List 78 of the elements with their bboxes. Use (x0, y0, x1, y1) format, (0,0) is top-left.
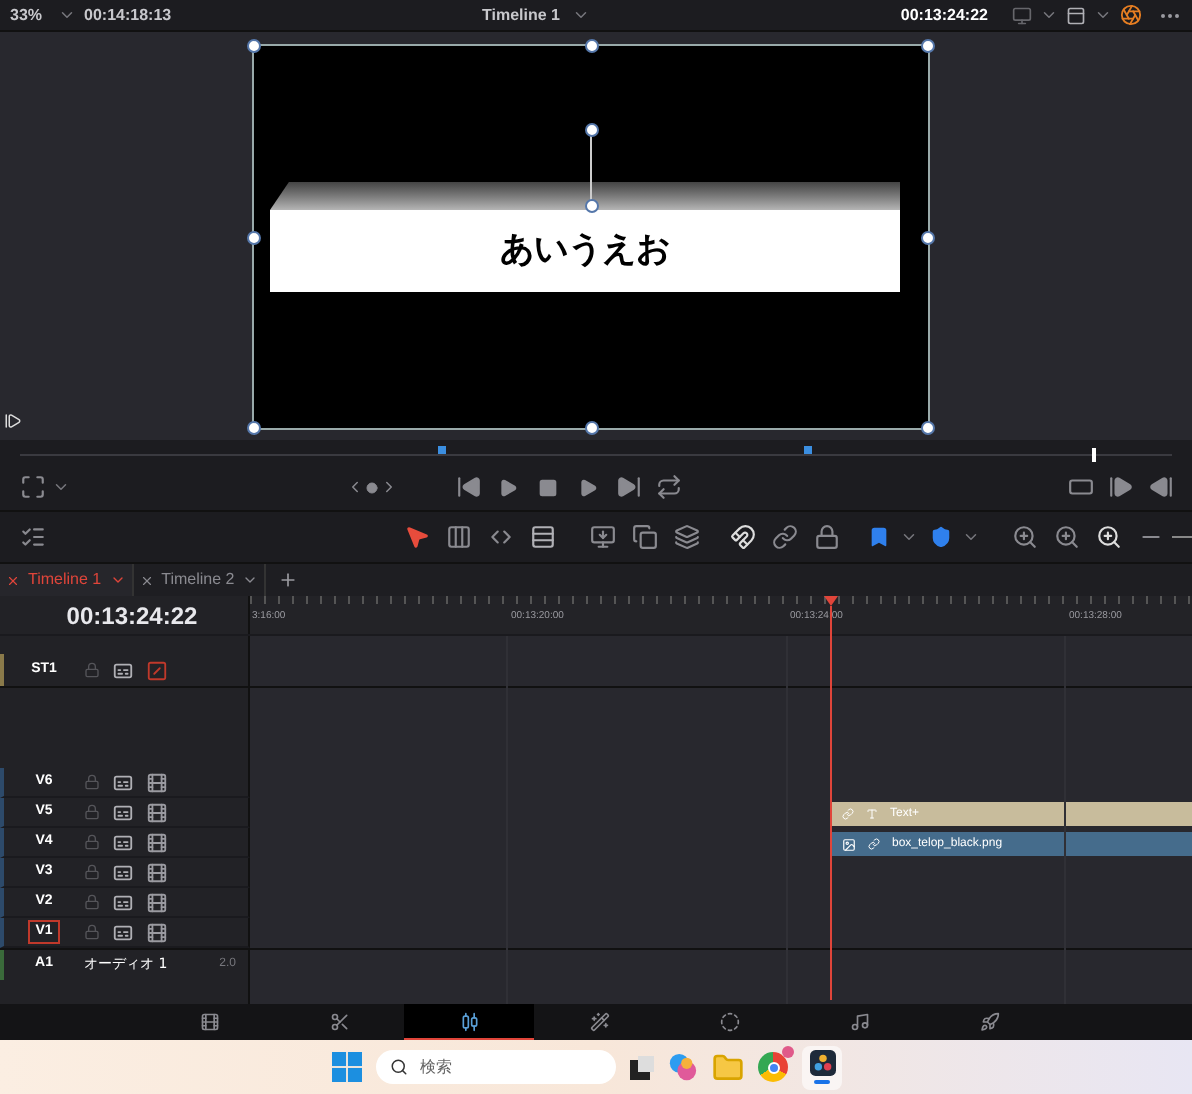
page-tab[interactable] (404, 1004, 534, 1040)
dashed-circle-icon (719, 1012, 739, 1032)
chevron-icon (52, 478, 70, 496)
track-output-icon (112, 831, 134, 853)
next-icon[interactable] (380, 478, 398, 496)
chevron-icon (1040, 6, 1058, 24)
record-timecode: 00:13:24:22 (900, 3, 988, 27)
link-icon (842, 808, 854, 820)
transform-handle[interactable] (247, 39, 261, 53)
link-icon (868, 838, 880, 850)
browser-icon[interactable] (758, 1052, 788, 1082)
text-icon (866, 808, 878, 820)
playhead-marker[interactable] (1091, 448, 1096, 462)
add-tab-icon[interactable] (278, 570, 299, 590)
transform-handle[interactable] (247, 421, 261, 435)
scrubber-track[interactable] (20, 440, 1172, 464)
chevron-icon (900, 528, 918, 546)
track-output-icon (112, 861, 134, 883)
timeline-tab[interactable]: Timeline 1 (0, 564, 134, 596)
chevron-icon[interactable] (109, 572, 126, 588)
lock-icon (84, 894, 100, 910)
chevron-icon (572, 6, 590, 24)
disabled-caption-icon (146, 659, 168, 681)
task-view-icon[interactable] (630, 1055, 654, 1079)
film-icon (146, 861, 168, 883)
search-field[interactable]: 検索 (376, 1050, 616, 1084)
lock-icon (84, 804, 100, 820)
current-timecode: 00:13:24:22 (66, 599, 198, 633)
timeline-icon (459, 1011, 479, 1031)
copilot-icon[interactable] (668, 1052, 698, 1082)
transform-handle[interactable] (584, 421, 598, 435)
track-output-icon (112, 771, 134, 793)
source-timecode: 00:14:18:13 (84, 3, 172, 27)
close-icon[interactable] (6, 573, 20, 587)
zoom-slider[interactable] (1172, 531, 1192, 543)
track-output-icon (112, 801, 134, 823)
film-icon (146, 831, 168, 853)
film-icon (146, 891, 168, 913)
resolve-app-icon[interactable] (802, 1045, 842, 1089)
chevron-icon (58, 6, 77, 24)
transform-handle[interactable] (921, 230, 935, 244)
timeline-name[interactable]: Timeline 1 (482, 3, 560, 27)
title-text: あいうえお (500, 227, 670, 274)
wand-icon (589, 1012, 609, 1032)
lock-icon (84, 834, 100, 850)
transform-handle[interactable] (584, 123, 598, 138)
monitor-icon[interactable] (1012, 5, 1032, 25)
lock-icon (84, 774, 100, 790)
transform-handle[interactable] (584, 39, 598, 53)
zoom-level[interactable]: 33% (10, 3, 43, 27)
film-icon (146, 771, 168, 793)
track-output-icon (112, 891, 134, 913)
film-icon (199, 1012, 219, 1032)
track-output-icon (112, 659, 134, 681)
chevron-icon (962, 528, 980, 546)
transform-handle[interactable] (921, 421, 935, 435)
chevron-icon (1094, 6, 1112, 24)
image-icon (842, 837, 856, 851)
track-output-icon (112, 921, 134, 943)
rocket-icon (979, 1012, 999, 1032)
previous-icon[interactable] (346, 478, 364, 496)
scissors-icon (329, 1012, 349, 1032)
dot-icon[interactable] (366, 481, 378, 493)
search-icon (390, 1058, 408, 1076)
transform-handle[interactable] (247, 230, 261, 244)
lock-icon (84, 864, 100, 880)
viewer-layout-icon[interactable] (1066, 5, 1086, 25)
windows-logo-icon[interactable] (332, 1052, 362, 1082)
transform-handle[interactable] (921, 39, 935, 53)
color-wheel-icon[interactable] (1120, 4, 1142, 26)
film-icon (146, 921, 168, 943)
lock-icon (84, 662, 100, 678)
step-icon[interactable] (4, 412, 22, 430)
chevron-icon[interactable] (242, 572, 259, 588)
music-note-icon (849, 1012, 869, 1032)
film-icon (146, 801, 168, 823)
lock-icon (84, 924, 100, 940)
close-icon[interactable] (139, 573, 154, 587)
